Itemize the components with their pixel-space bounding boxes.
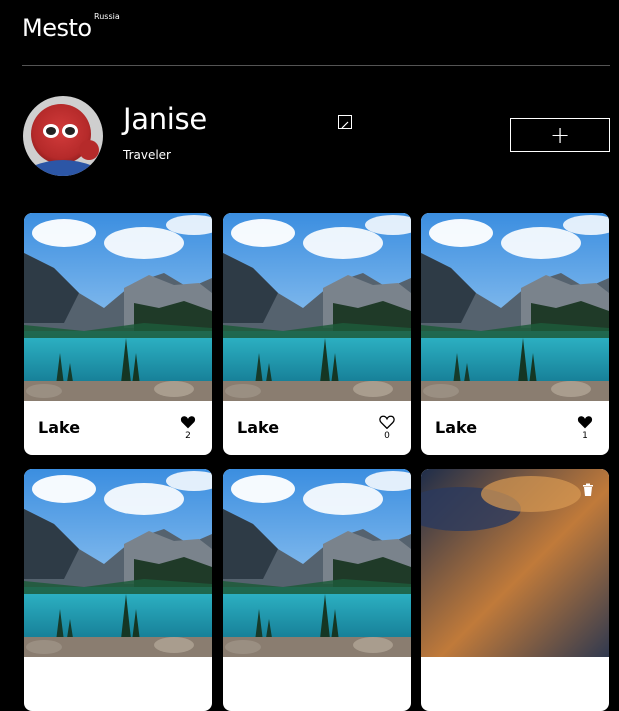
card: Lake 2 [24, 213, 212, 455]
card-image[interactable] [421, 469, 609, 657]
profile-about: Traveler [123, 148, 171, 162]
like-count: 1 [582, 431, 588, 441]
card [223, 469, 411, 711]
site-logo: Mesto [22, 14, 92, 42]
card [24, 469, 212, 711]
card: Lake 0 [223, 213, 411, 455]
logo-superscript: Russia [94, 12, 120, 21]
like-count: 0 [384, 431, 390, 441]
like-count: 2 [185, 431, 191, 441]
plus-icon: + [549, 121, 571, 149]
edit-profile-button[interactable] [338, 115, 352, 129]
card-title: Lake [38, 418, 81, 437]
heart-outline-icon [379, 415, 395, 430]
card-image[interactable] [421, 213, 609, 401]
trash-icon[interactable] [581, 483, 595, 497]
card-title: Lake [435, 418, 478, 437]
card-title: Lake [237, 418, 280, 437]
card-image[interactable] [223, 213, 411, 401]
card: Lake 1 [421, 213, 609, 455]
heart-filled-icon [577, 416, 593, 429]
header: Mesto Russia [22, 0, 610, 66]
avatar[interactable] [23, 96, 103, 176]
card-image[interactable] [24, 469, 212, 657]
card [421, 469, 609, 711]
profile-name: Janise [123, 102, 207, 136]
heart-filled-icon [180, 416, 196, 429]
card-image[interactable] [24, 213, 212, 401]
card-image[interactable] [223, 469, 411, 657]
add-card-button[interactable]: + [510, 118, 610, 152]
profile-section: Janise Traveler + [23, 96, 611, 176]
